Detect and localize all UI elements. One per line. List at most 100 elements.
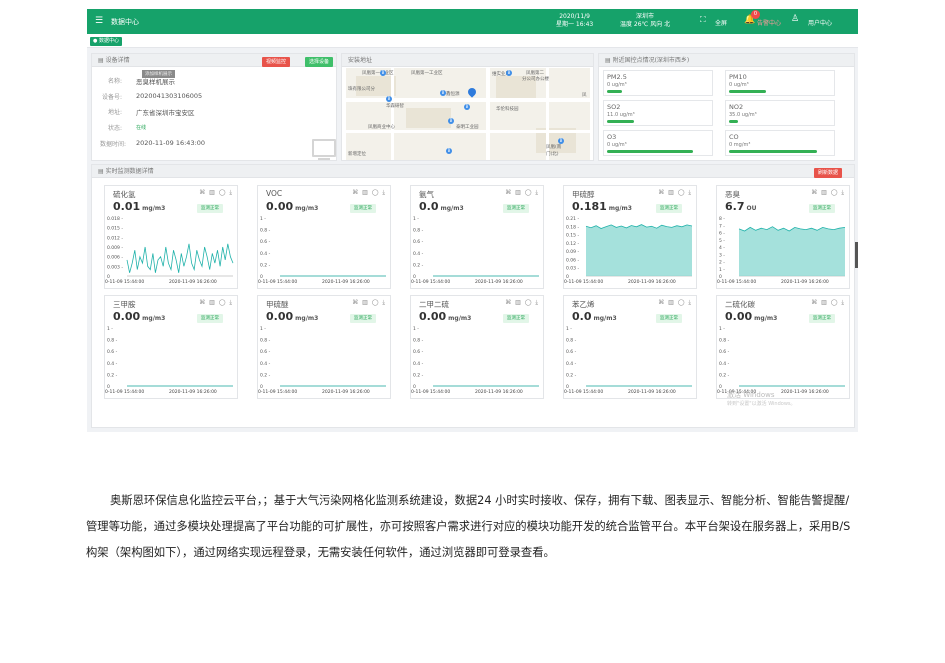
chart-tools-icons[interactable]: ⌘ ▥ ◯ ⤓ <box>811 299 845 307</box>
sensor-value-number: 0.0 <box>572 310 592 323</box>
windows-watermark-hint: 转到"设置"以激活 Windows。 <box>727 401 796 407</box>
pollutant-level-bar <box>729 150 817 153</box>
install-address-panel: 安装地址 凤凰第一工业区 凤凰第一工业区 凤凰第二 分公司办公楼 珠有限公司分 … <box>341 53 594 161</box>
status-badge: 监测正常 <box>503 314 529 323</box>
chart-tools-icons[interactable]: ⌘ ▥ ◯ ⤓ <box>199 189 233 197</box>
y-tick-label: 1 - <box>566 326 572 332</box>
name-label: 名称: <box>107 78 122 85</box>
sensor-value-number: 0.01 <box>113 200 141 213</box>
map-road <box>391 68 394 160</box>
pollutant-name: SO2 <box>607 103 621 111</box>
status-label: 状态: <box>107 125 122 132</box>
alarm-center-link[interactable]: 告警中心 <box>757 18 781 27</box>
device-id: 2020041303106005 <box>136 92 203 100</box>
device-detail-panel: ▤ 设备详情 添加样机展示 视频监控 选择设备 名称: 恶臭样机展示 设备号: … <box>91 53 337 161</box>
sensor-value: 0.0 mg/m3 <box>572 310 617 323</box>
y-tick-label: 0.21 - <box>566 216 579 222</box>
y-tick-label: 1 - <box>260 216 266 222</box>
user-icon[interactable]: ♙ <box>791 14 799 24</box>
sensor-unit: mg/m3 <box>440 205 464 212</box>
nearby-station-header: ▤ 附近国控点情况(深圳市西乡) <box>599 54 854 67</box>
app-title: 数据中心 <box>111 18 139 26</box>
user-center-link[interactable]: 用户中心 <box>808 18 832 27</box>
video-monitor-button[interactable]: 视频监控 <box>262 57 291 67</box>
refresh-data-button[interactable]: 刷新数据 <box>814 168 843 178</box>
y-tick-label: 0.2 - <box>719 372 730 378</box>
y-tick-label: 0.18 - <box>566 224 579 230</box>
sensor-value-number: 0.00 <box>266 310 294 323</box>
y-tick-label: 4 - <box>719 245 725 251</box>
y-tick-label: 1 - <box>413 326 419 332</box>
chart-tools-icons[interactable]: ⌘ ▥ ◯ ⤓ <box>352 299 386 307</box>
x-tick-label: 2020-11-09 16:26:00 <box>781 279 829 285</box>
sensor-name: 苯乙烯 <box>572 300 595 309</box>
fullscreen-icon[interactable]: ⛶ <box>700 15 706 25</box>
sensor-unit: mg/m3 <box>754 315 778 322</box>
location-map[interactable]: 凤凰第一工业区 凤凰第一工业区 凤凰第二 分公司办公楼 珠有限公司分 维实业厂 … <box>346 68 590 160</box>
chart-tools-icons[interactable]: ⌘ ▥ ◯ ⤓ <box>199 299 233 307</box>
bus-stop-icon: B <box>506 70 512 76</box>
y-tick-label: 1 - <box>719 326 725 332</box>
x-tick-label: 0-11-09 15:44:00 <box>717 279 756 285</box>
chart-tools-icons[interactable]: ⌘ ▥ ◯ ⤓ <box>505 299 539 307</box>
chart-tools-icons[interactable]: ⌘ ▥ ◯ ⤓ <box>352 189 386 197</box>
x-tick-label: 0-11-09 15:44:00 <box>411 389 450 395</box>
bus-stop-icon: B <box>558 138 564 144</box>
select-device-button[interactable]: 选择设备 <box>305 57 334 67</box>
monitor-stand <box>318 158 330 160</box>
sensor-unit: mg/m3 <box>593 315 617 322</box>
status-badge: 监测正常 <box>809 314 835 323</box>
sensor-unit: mg/m3 <box>448 315 472 322</box>
chart-tools-icons[interactable]: ⌘ ▥ ◯ ⤓ <box>658 189 692 197</box>
y-tick-label: 0.8 - <box>566 338 577 344</box>
tab-data-center[interactable]: ● 数据中心 <box>90 37 122 46</box>
scrollbar[interactable] <box>855 242 858 268</box>
sensor-value: 0.00 mg/m3 <box>266 310 318 323</box>
y-tick-label: 0.003 - <box>107 264 123 270</box>
y-tick-label: 0.4 - <box>719 361 730 367</box>
sensor-card: 苯乙烯 ⌘ ▥ ◯ ⤓ 0.0 mg/m3 监测正常 1 - 0.8 - 0.6 - 0.4 -… <box>563 295 697 399</box>
location-pin-icon[interactable] <box>466 86 478 98</box>
chart-tools-icons[interactable]: ⌘ ▥ ◯ ⤓ <box>811 189 845 197</box>
series-area <box>586 224 692 276</box>
sensor-card: 二甲二硫 ⌘ ▥ ◯ ⤓ 0.00 mg/m3 监测正常 1 - 0.8 - 0.6 - 0.4… <box>410 295 544 399</box>
nearby-station-panel: ▤ 附近国控点情况(深圳市西乡) PM2.5 0 ug/m³ PM10 0 ug/m³… <box>598 53 855 161</box>
sensor-unit: mg/m3 <box>142 315 166 322</box>
data-time-label: 数据时间: <box>99 141 126 148</box>
description-paragraph: 奥斯恩环保信息化监控云平台，；基于大气污染网格化监测系统建设，数据24 小时实时… <box>86 494 851 559</box>
bus-stop-icon: B <box>386 96 392 102</box>
y-tick-label: 0.6 - <box>413 349 424 355</box>
sensor-value-number: 0.0 <box>419 200 439 213</box>
status-badge: 监测正常 <box>197 204 223 213</box>
data-time: 2020-11-09 16:43:00 <box>136 139 206 147</box>
chart-tools-icons[interactable]: ⌘ ▥ ◯ ⤓ <box>505 189 539 197</box>
sensor-chart: 1 -0.8 -0.6 -0.4 -0.2 -00-11-09 15:44:00… <box>411 216 539 285</box>
map-label: 凤凰(南 <box>546 145 562 150</box>
sensor-chart: 0.21 - 0.18 - 0.15 - 0.12 - 0.09 - 0.06 - 0.03… <box>564 216 693 285</box>
sensor-name: 甲硫醇 <box>572 190 595 199</box>
x-tick-label: 2020-11-09 16:26:00 <box>475 279 523 285</box>
y-tick-label: 0.8 - <box>719 338 730 344</box>
sensor-value-number: 0.00 <box>266 200 294 213</box>
fullscreen-label[interactable]: 全屏 <box>715 18 727 27</box>
chart-tools-icons[interactable]: ⌘ ▥ ◯ ⤓ <box>658 299 692 307</box>
map-road <box>346 130 590 133</box>
status-badge: 监测正常 <box>656 204 682 213</box>
series-area <box>739 226 845 276</box>
pollutant-value: 0 ug/m³ <box>607 82 627 88</box>
pollutant-level-bar <box>607 120 634 123</box>
pollutant-level-bar <box>607 150 693 153</box>
y-tick-label: 0.4 - <box>566 361 577 367</box>
sensor-value: 0.00 mg/m3 <box>113 310 165 323</box>
sensor-chart: 1 -0.8 -0.6 -0.4 -0.2 -00-11-09 15:44:00… <box>258 326 386 395</box>
sensor-chart: 1 -0.8 -0.6 -0.4 -0.2 -00-11-09 15:44:00… <box>105 326 233 395</box>
sensor-unit: mg/m3 <box>608 205 632 212</box>
pollutant-name: PM2.5 <box>607 73 627 81</box>
map-label: 分公司办公楼 <box>522 77 549 82</box>
y-tick-label: 0.2 - <box>413 262 424 268</box>
map-block <box>406 108 451 128</box>
x-tick-label: 2020-11-09 16:26:00 <box>169 279 217 285</box>
menu-icon[interactable]: ☰ <box>95 16 103 26</box>
sensor-name: 二硫化碳 <box>725 300 755 309</box>
sensor-chart: 8 -7 -6 -5 -4 -3 -2 -1 -00-11-09 15:44:0… <box>717 216 846 285</box>
